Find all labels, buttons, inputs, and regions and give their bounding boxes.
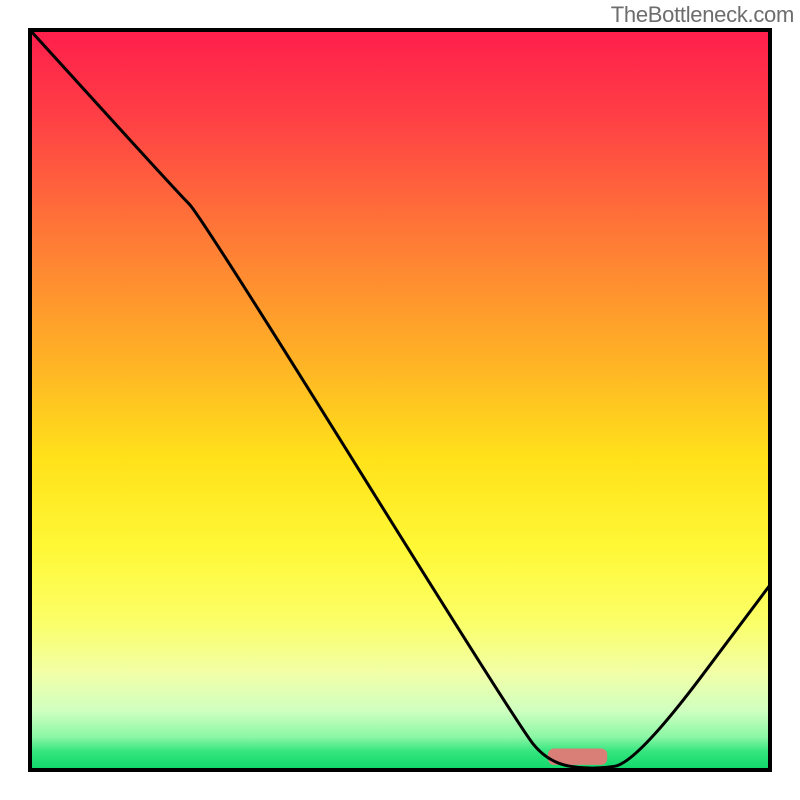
watermark-text: TheBottleneck.com [611, 2, 794, 28]
bottleneck-chart [0, 0, 800, 800]
gradient-background [30, 30, 770, 770]
chart-frame: TheBottleneck.com [0, 0, 800, 800]
